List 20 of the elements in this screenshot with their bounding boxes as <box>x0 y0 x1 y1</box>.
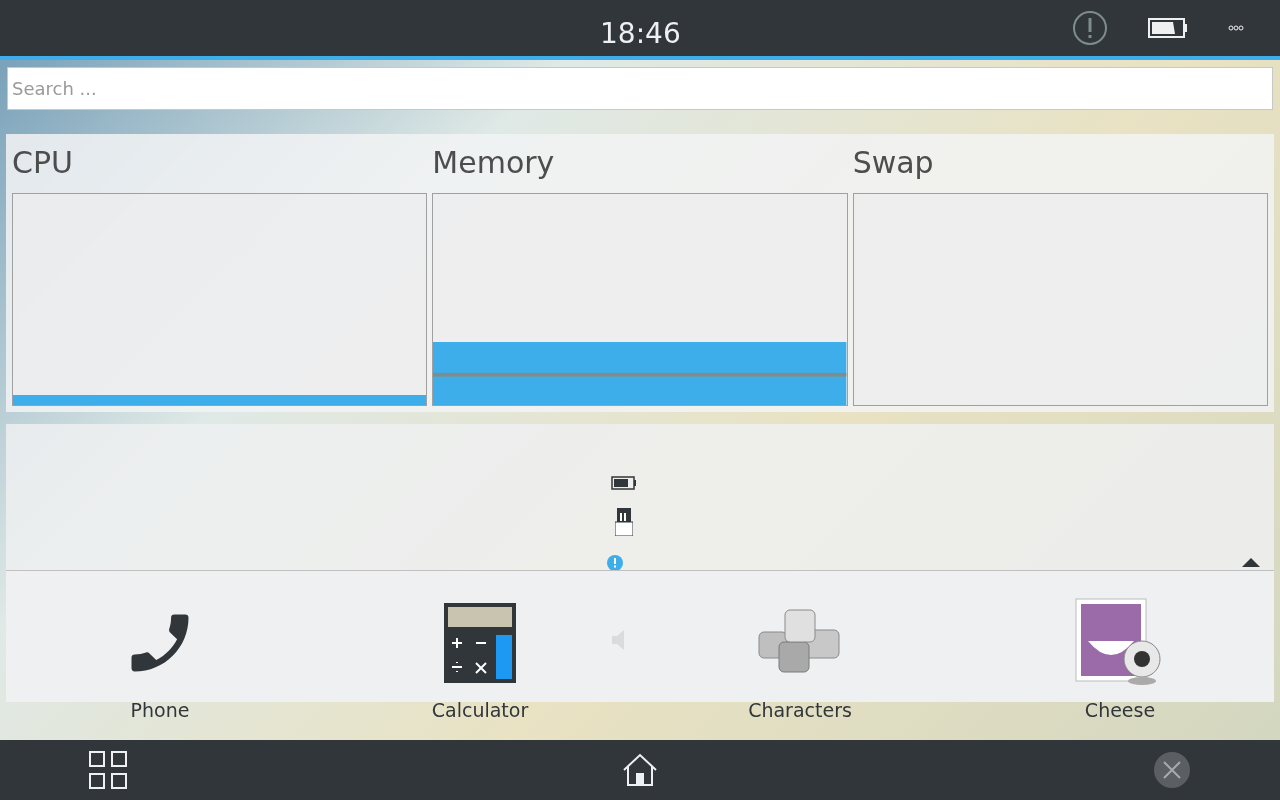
search-field[interactable]: Search ... <box>7 67 1273 110</box>
monitor-title: Swap <box>852 144 935 182</box>
calculator-icon <box>444 603 516 683</box>
close-icon[interactable] <box>1153 752 1190 788</box>
alert-icon[interactable] <box>1072 10 1108 46</box>
app-grid-icon[interactable] <box>89 751 128 789</box>
app-label[interactable]: Calculator <box>431 696 529 725</box>
monitor-title: CPU <box>12 144 74 182</box>
monitor-title: Memory <box>432 144 556 182</box>
battery-icon[interactable] <box>1148 18 1188 38</box>
app-label[interactable]: Phone <box>130 696 190 725</box>
clock-time: 18:46 <box>600 16 681 52</box>
home-icon[interactable] <box>622 753 658 787</box>
battery-icon <box>611 476 637 490</box>
info-icon <box>607 555 623 570</box>
app-label[interactable]: Cheese <box>1084 696 1156 725</box>
app-label[interactable]: Characters <box>748 696 852 725</box>
collapse-arrow-icon[interactable] <box>1242 558 1260 567</box>
more-icon[interactable] <box>1228 25 1244 31</box>
storage-device-icon <box>615 508 633 536</box>
